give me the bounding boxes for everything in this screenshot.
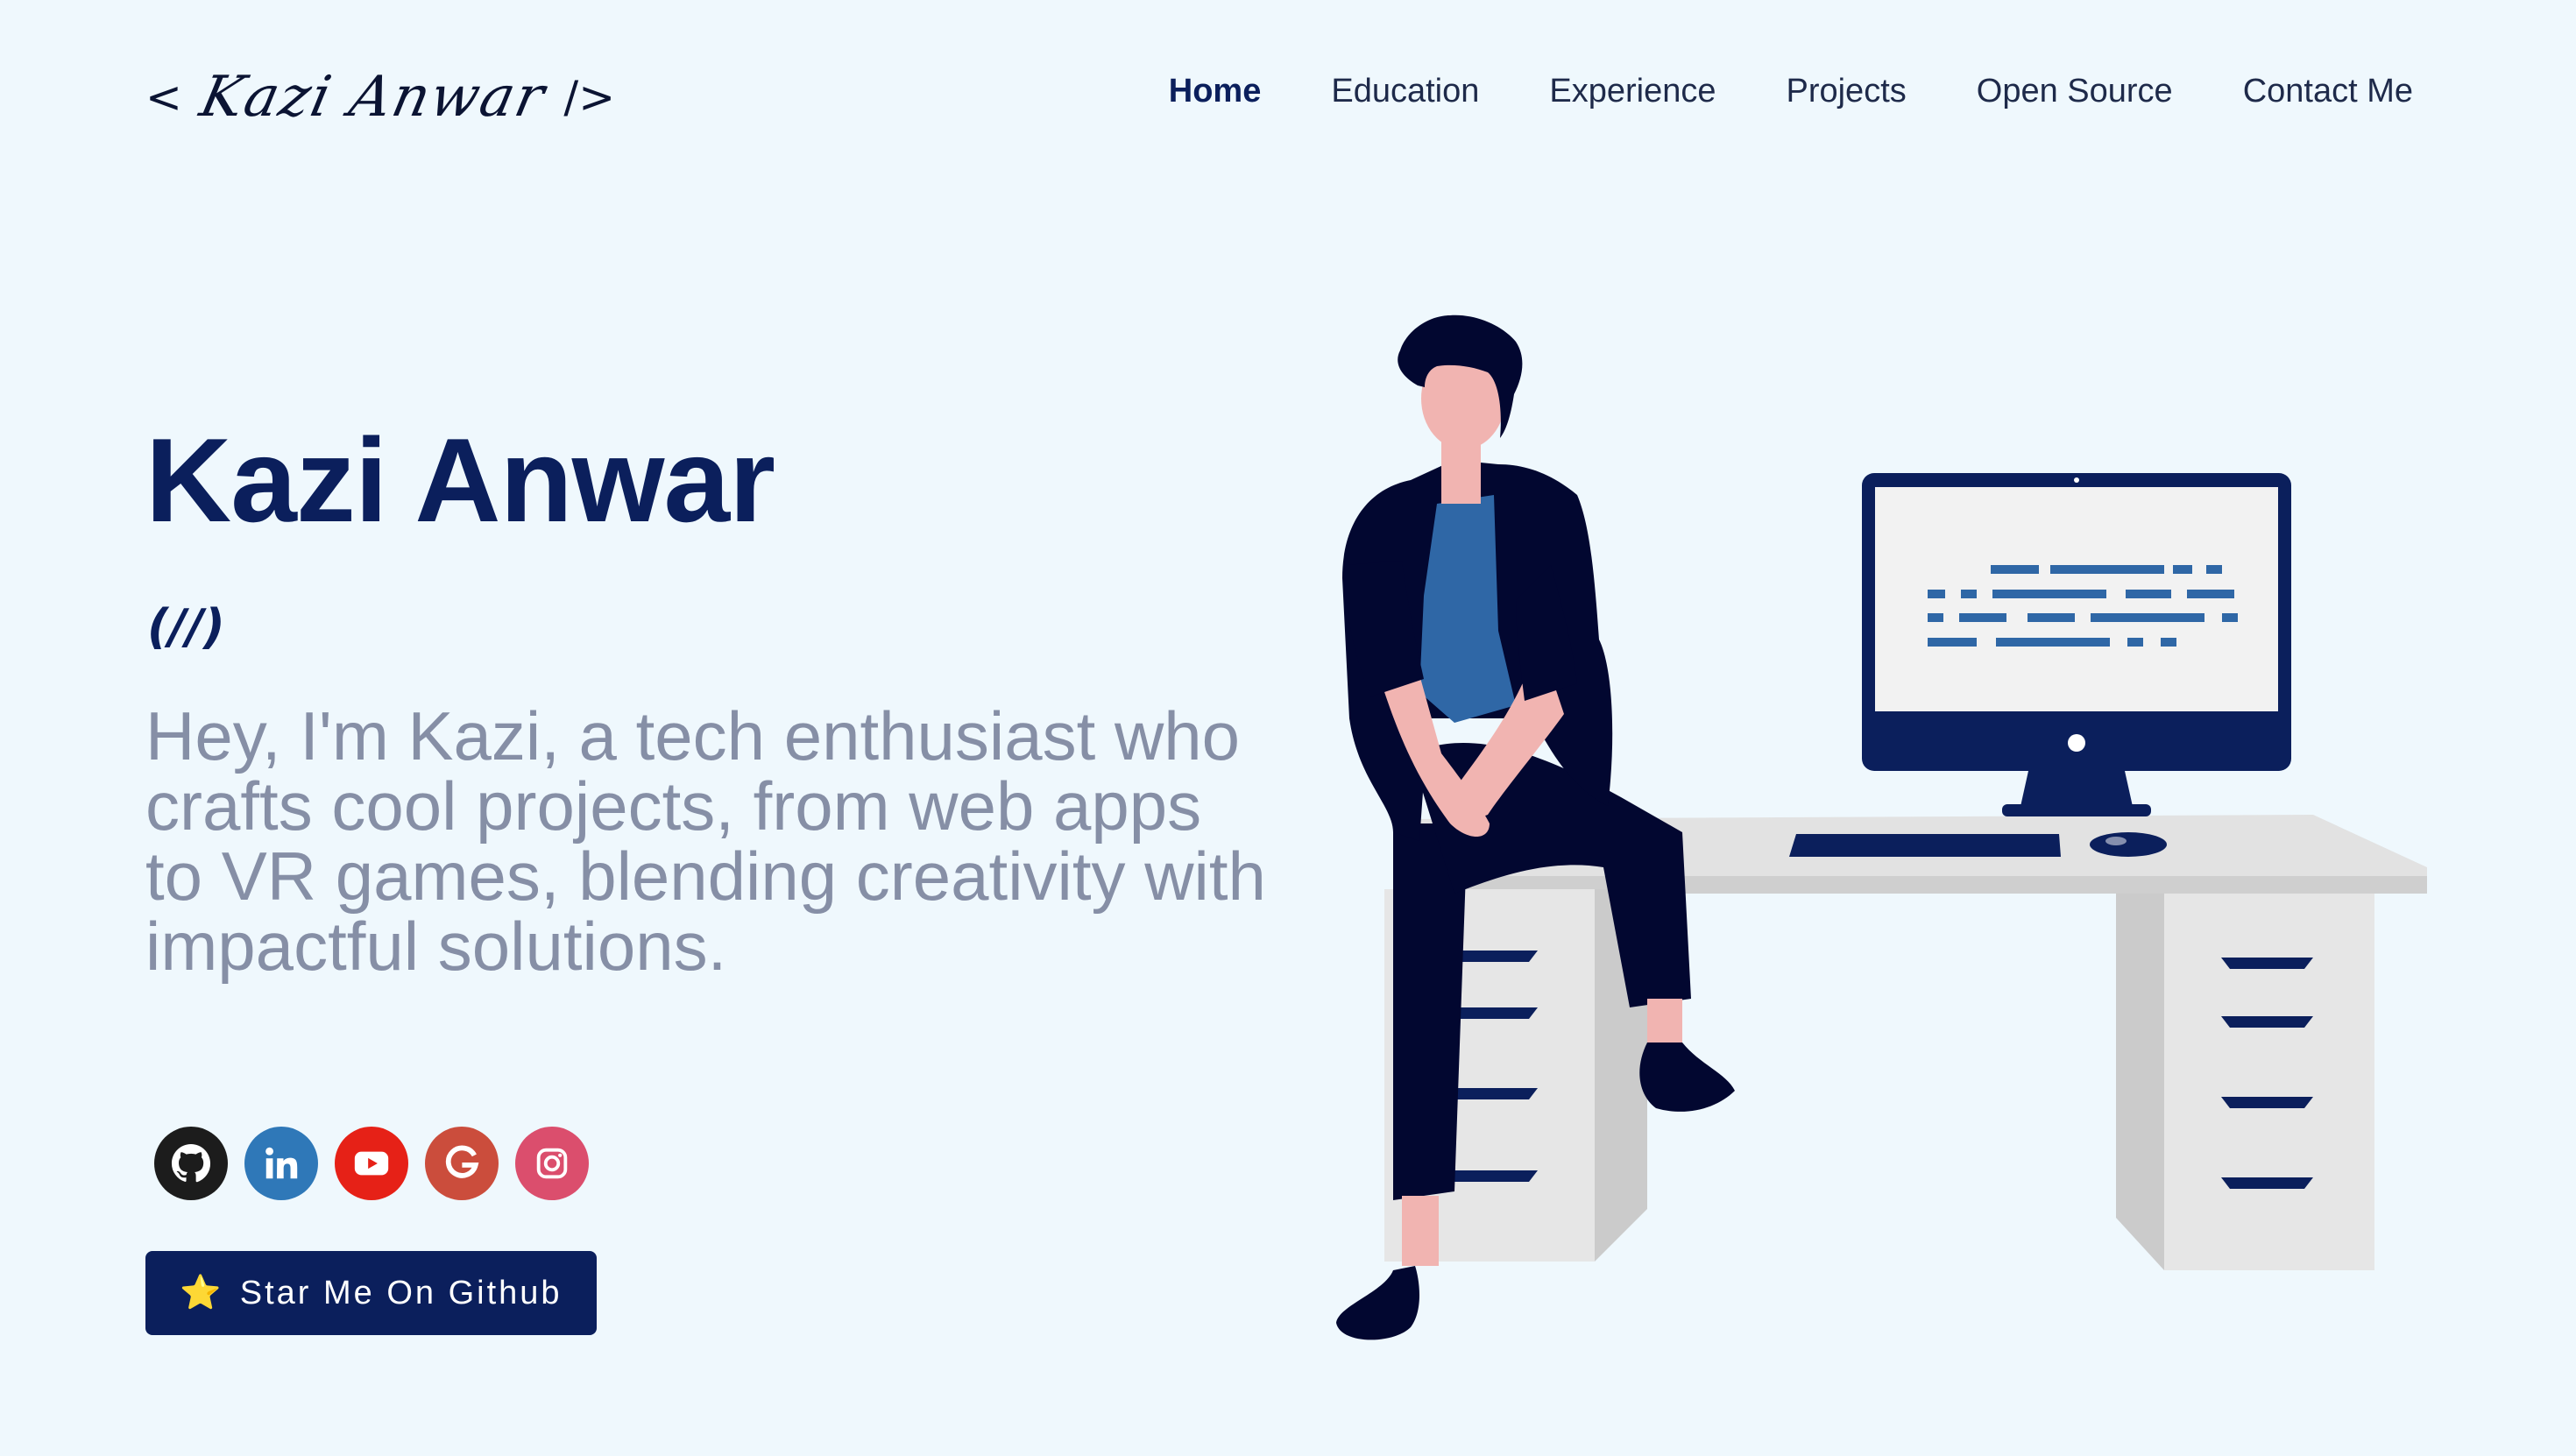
- star-on-github-button[interactable]: ⭐ Star Me On Github: [145, 1251, 597, 1335]
- youtube-icon: [354, 1151, 389, 1176]
- instagram-icon: [536, 1148, 568, 1179]
- youtube-link[interactable]: [335, 1127, 408, 1200]
- main-nav: Home Education Experience Projects Open …: [1099, 51, 2413, 131]
- desk: [1384, 815, 2427, 1270]
- nav-home[interactable]: Home: [1169, 59, 1262, 124]
- github-link[interactable]: [154, 1127, 228, 1200]
- logo-signature: Kazi Anwar: [195, 65, 552, 130]
- nav-education[interactable]: Education: [1331, 59, 1479, 124]
- hero-bio: Hey, I'm Kazi, a tech enthusiast who cra…: [145, 697, 1266, 985]
- mouse: [2090, 832, 2167, 857]
- linkedin-link[interactable]: [244, 1127, 318, 1200]
- google-icon: [445, 1145, 479, 1178]
- google-link[interactable]: [425, 1127, 499, 1200]
- nav-open-source[interactable]: Open Source: [1977, 59, 2173, 124]
- monitor: [1862, 473, 2291, 816]
- logo-open-bracket: <: [145, 72, 182, 123]
- hero-illustration: [1336, 315, 2427, 1340]
- wave-emoji: (//): [147, 599, 225, 654]
- linkedin-icon: [265, 1147, 298, 1179]
- star-icon: ⭐: [180, 1275, 224, 1311]
- site-logo[interactable]: < Kazi Anwar />: [145, 49, 615, 145]
- nav-contact-me[interactable]: Contact Me: [2243, 59, 2413, 124]
- logo-close-bracket: />: [563, 72, 616, 123]
- keyboard: [1789, 834, 2061, 857]
- social-links: [154, 1127, 605, 1200]
- nav-experience[interactable]: Experience: [1549, 59, 1716, 124]
- instagram-link[interactable]: [515, 1127, 589, 1200]
- github-icon: [171, 1143, 211, 1183]
- page: < Kazi Anwar /> Home Education Experienc…: [0, 0, 2576, 1456]
- hero-name: Kazi Anwar: [145, 413, 775, 547]
- nav-projects[interactable]: Projects: [1786, 59, 1906, 124]
- star-on-github-label: Star Me On Github: [239, 1274, 563, 1311]
